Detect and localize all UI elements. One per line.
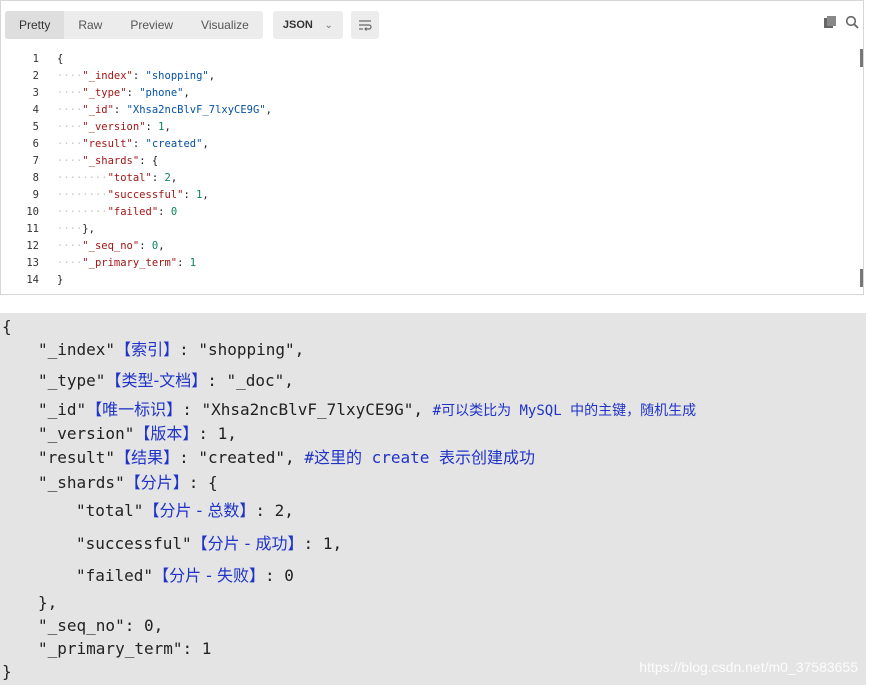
- code-text: ····"_id": "Xhsa2ncBlvF_7lxyCE9G",: [57, 104, 272, 116]
- line-number: 4: [32, 104, 39, 116]
- annotated-close-brace: }: [2, 662, 12, 681]
- line-number: 7: [32, 155, 39, 167]
- code-text: ········"failed": 0: [57, 206, 178, 218]
- format-select-value: JSON: [282, 19, 313, 31]
- code-line: 10 ········"failed": 0: [1, 204, 861, 221]
- wrap-lines-button[interactable]: [350, 11, 379, 39]
- code-text: {: [57, 53, 64, 65]
- code-line: 7 ····"_shards": {: [1, 153, 861, 170]
- code-line: 4 ····"_id": "Xhsa2ncBlvF_7lxyCE9G",: [1, 102, 861, 119]
- annotated-line-total: "total"【分片 - 总数】: 2,: [76, 501, 294, 520]
- line-number: 8: [32, 172, 39, 184]
- code-text: ····"_version": 1,: [57, 121, 171, 133]
- annotated-line-id: "_id"【唯一标识】: "Xhsa2ncBlvF_7lxyCE9G", #可以…: [38, 400, 697, 419]
- scrollbar-thumb-bottom[interactable]: [860, 269, 863, 287]
- code-line: 1{: [1, 51, 861, 68]
- line-number: 5: [32, 121, 39, 133]
- code-line: 2 ····"_index": "shopping",: [1, 68, 861, 85]
- response-actions: [823, 15, 859, 29]
- code-text: ····"result": "created",: [57, 138, 209, 150]
- code-line: 12 ····"_seq_no": 0,: [1, 238, 861, 255]
- line-number: 10: [26, 206, 39, 218]
- line-number: 6: [32, 138, 39, 150]
- annotated-line-failed: "failed"【分片 - 失败】: 0: [76, 566, 294, 585]
- code-line: 9 ········"successful": 1,: [1, 187, 861, 204]
- code-line: 14}: [1, 272, 861, 289]
- chevron-down-icon: ⌄: [324, 19, 333, 31]
- annotated-line-index: "_index"【索引】: "shopping",: [38, 340, 305, 359]
- annotated-line-shards-close: },: [38, 593, 58, 612]
- code-text: ········"successful": 1,: [57, 189, 209, 201]
- search-icon[interactable]: [845, 15, 859, 29]
- line-number: 3: [32, 87, 39, 99]
- wrap-lines-icon: [358, 20, 372, 31]
- annotated-line-result: "result"【结果】: "created", #这里的 create 表示创…: [38, 448, 536, 467]
- line-number: 14: [26, 274, 39, 286]
- line-number: 12: [26, 240, 39, 252]
- copy-icon[interactable]: [823, 15, 837, 29]
- response-toolbar: Pretty Raw Preview Visualize JSON ⌄: [5, 11, 379, 39]
- view-mode-tabs: Pretty Raw Preview Visualize: [5, 11, 263, 39]
- annotated-line-shards: "_shards"【分片】: {: [38, 473, 218, 492]
- code-line: 13 ····"_primary_term": 1: [1, 255, 861, 272]
- response-panel: Pretty Raw Preview Visualize JSON ⌄ 1 {…: [0, 0, 864, 295]
- annotated-line-successful: "successful"【分片 - 成功】: 1,: [76, 534, 343, 553]
- tab-raw[interactable]: Raw: [64, 11, 116, 39]
- annotated-open-brace: {: [2, 317, 12, 336]
- scrollbar-thumb-top[interactable]: [860, 49, 863, 67]
- code-line: 8 ········"total": 2,: [1, 170, 861, 187]
- tab-preview[interactable]: Preview: [116, 11, 187, 39]
- annotated-line-type: "_type"【类型-文档】: "_doc",: [38, 371, 294, 390]
- code-text: ····"_shards": {: [57, 155, 159, 167]
- code-line: 6 ····"result": "created",: [1, 136, 861, 153]
- code-text: ····"_primary_term": 1: [57, 257, 197, 269]
- line-number: 11: [26, 223, 39, 235]
- code-text: ····},: [57, 223, 95, 235]
- code-text: ····"_index": "shopping",: [57, 70, 216, 82]
- code-text: ····"_type": "phone",: [57, 87, 190, 99]
- annotated-line-seq-no: "_seq_no": 0,: [38, 616, 164, 635]
- tab-visualize[interactable]: Visualize: [187, 11, 263, 39]
- code-line: 3 ····"_type": "phone",: [1, 85, 861, 102]
- line-number: 1: [32, 53, 39, 65]
- line-number: 13: [26, 257, 39, 269]
- watermark: https://blog.csdn.net/m0_37583655: [639, 659, 858, 675]
- line-number: 9: [32, 189, 39, 201]
- annotated-line-version: "_version"【版本】: 1,: [38, 424, 237, 443]
- annotated-line-primary-term: "_primary_term": 1: [38, 639, 212, 658]
- code-text: }: [57, 274, 64, 286]
- annotated-json-block: { "_index"【索引】: "shopping", "_type"【类型-文…: [0, 313, 866, 685]
- code-text: ········"total": 2,: [57, 172, 178, 184]
- format-select[interactable]: JSON ⌄: [272, 11, 343, 39]
- code-line: 5 ····"_version": 1,: [1, 119, 861, 136]
- tab-pretty[interactable]: Pretty: [5, 11, 65, 39]
- code-line: 11 ····},: [1, 221, 861, 238]
- line-number: 2: [32, 70, 39, 82]
- json-code-view[interactable]: 1{2 ····"_index": "shopping", 3 ····"_type"…: [1, 51, 861, 289]
- code-text: ····"_seq_no": 0,: [57, 240, 165, 252]
